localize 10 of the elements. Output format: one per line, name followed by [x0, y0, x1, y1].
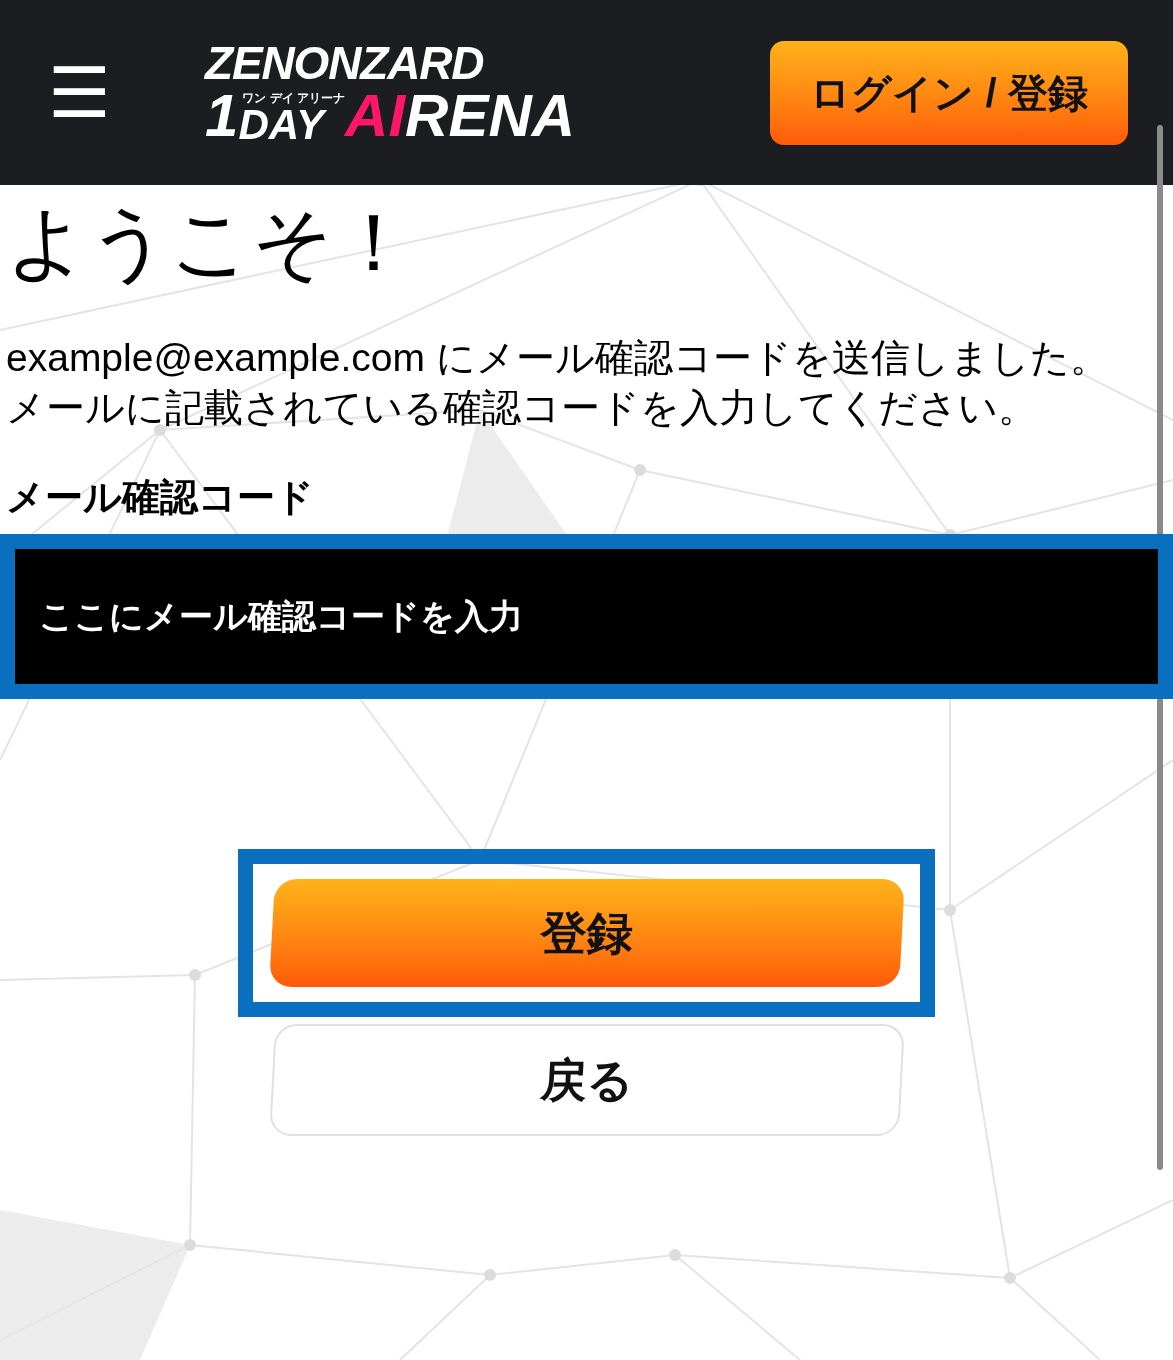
register-button[interactable]: 登録: [268, 879, 905, 987]
login-button[interactable]: ログイン / 登録: [770, 40, 1128, 145]
page-title: ようこそ！: [6, 203, 415, 283]
back-button[interactable]: 戻る: [268, 1024, 905, 1136]
menu-button[interactable]: ☰: [45, 62, 113, 123]
instruction-text: example@example.com にメール確認コードを送信しました。: [6, 335, 1110, 381]
instruction-text: メールに記載されている確認コードを入力してください。: [6, 385, 1038, 431]
code-input-field[interactable]: ここにメール確認コードを入力: [15, 549, 1158, 684]
field-label: メール確認コード: [6, 478, 315, 516]
scrollbar-icon: [1157, 125, 1163, 1170]
